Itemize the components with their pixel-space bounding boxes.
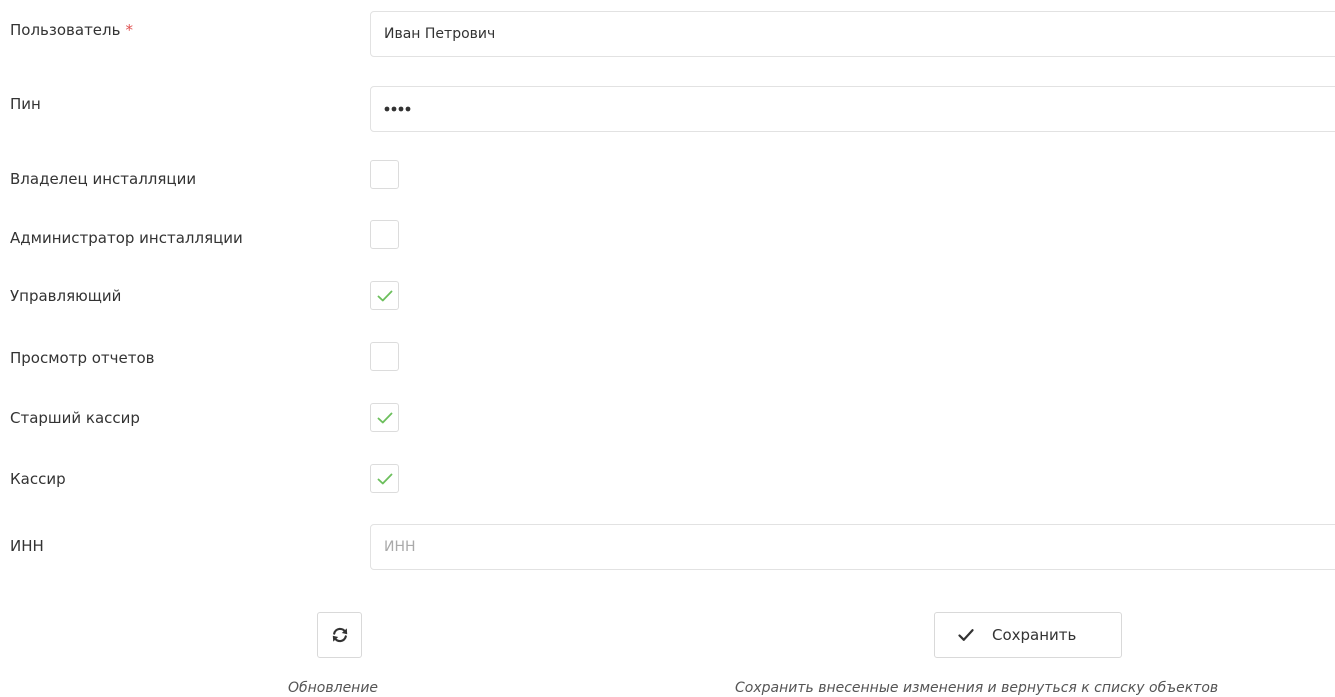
pin-input[interactable] [370, 86, 1335, 132]
user-input[interactable] [370, 11, 1335, 57]
refresh-caption: Обновление [288, 680, 379, 696]
pin-masked-value [384, 106, 411, 112]
role-label-owner: Владелец инсталляции [10, 170, 197, 188]
pin-dot [384, 106, 390, 112]
required-asterisk: * [125, 21, 133, 39]
save-caption: Сохранить внесенные изменения и вернутьс… [735, 680, 1219, 696]
pin-dot [391, 106, 397, 112]
role-checkbox-cashier[interactable] [370, 464, 399, 493]
checkmark-icon [377, 412, 393, 424]
role-label-reports: Просмотр отчетов [10, 349, 155, 367]
checkmark-icon [958, 629, 974, 641]
role-label-manager: Управляющий [10, 287, 122, 305]
user-label-text: Пользователь [10, 21, 121, 39]
role-checkbox-reports[interactable] [370, 342, 399, 371]
pin-dot [398, 106, 404, 112]
role-checkbox-senior-cashier[interactable] [370, 403, 399, 432]
role-checkbox-admin[interactable] [370, 220, 399, 249]
role-label-admin: Администратор инсталляции [10, 229, 243, 247]
inn-label: ИНН [10, 537, 44, 555]
checkmark-icon [377, 290, 393, 302]
refresh-icon [332, 627, 348, 643]
refresh-button[interactable] [317, 612, 362, 658]
pin-label: Пин [10, 95, 41, 113]
inn-input[interactable] [370, 524, 1335, 570]
checkmark-icon [377, 473, 393, 485]
save-button-label: Сохранить [992, 626, 1077, 644]
user-label: Пользователь * [10, 21, 133, 39]
save-button[interactable]: Сохранить [934, 612, 1122, 658]
role-label-cashier: Кассир [10, 470, 66, 488]
user-edit-form: Пользователь* Пин Владелец инсталляции Ад… [0, 0, 1335, 697]
pin-dot [405, 106, 411, 112]
role-checkbox-manager[interactable] [370, 281, 399, 310]
role-checkbox-owner[interactable] [370, 160, 399, 189]
role-label-senior-cashier: Старший кассир [10, 409, 140, 427]
